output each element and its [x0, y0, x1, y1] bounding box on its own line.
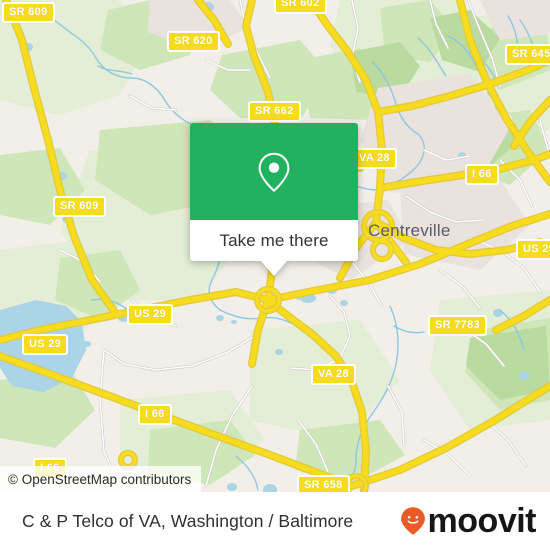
road-shield: SR 662: [248, 101, 301, 122]
moovit-wordmark: moovit: [427, 502, 537, 540]
footer-bar: C & P Telco of VA, Washington / Baltimor…: [0, 492, 550, 550]
road-shield: VA 28: [352, 148, 397, 169]
map-screenshot: Centreville SR 609 SR 620 SR 662 SR 602 …: [0, 0, 550, 550]
map-viewport[interactable]: Centreville SR 609 SR 620 SR 662 SR 602 …: [0, 0, 550, 492]
road-shield: SR 620: [167, 31, 220, 52]
road-shield: SR 645: [505, 44, 550, 65]
road-shield: SR 658: [297, 475, 350, 492]
location-popup[interactable]: Take me there: [190, 123, 358, 276]
attribution-text: © OpenStreetMap contributors: [8, 471, 192, 487]
road-shield: SR 602: [274, 0, 327, 14]
place-label-centreville: Centreville: [368, 221, 451, 240]
road-shield: US 29: [127, 304, 174, 325]
popup-tail: [261, 261, 287, 276]
map-attribution[interactable]: © OpenStreetMap contributors: [0, 466, 202, 492]
popup-icon-panel: [190, 123, 358, 220]
take-me-there-button[interactable]: Take me there: [219, 231, 328, 251]
road-shield: I 66: [465, 164, 499, 185]
moovit-logo[interactable]: moovit: [399, 502, 537, 540]
road-shield: US 29: [516, 239, 550, 260]
road-shield: SR 7783: [428, 315, 487, 336]
road-shield: SR 609: [53, 196, 106, 217]
map-pin-icon: [258, 152, 290, 192]
road-shield: SR 609: [2, 2, 55, 23]
road-shield: US 29: [22, 334, 69, 355]
location-caption: C & P Telco of VA, Washington / Baltimor…: [22, 510, 354, 531]
popup-action-panel[interactable]: Take me there: [190, 220, 358, 276]
moovit-pin-icon: [400, 507, 425, 535]
road-shield: VA 28: [311, 364, 356, 385]
road-shield: I 66: [138, 404, 172, 425]
